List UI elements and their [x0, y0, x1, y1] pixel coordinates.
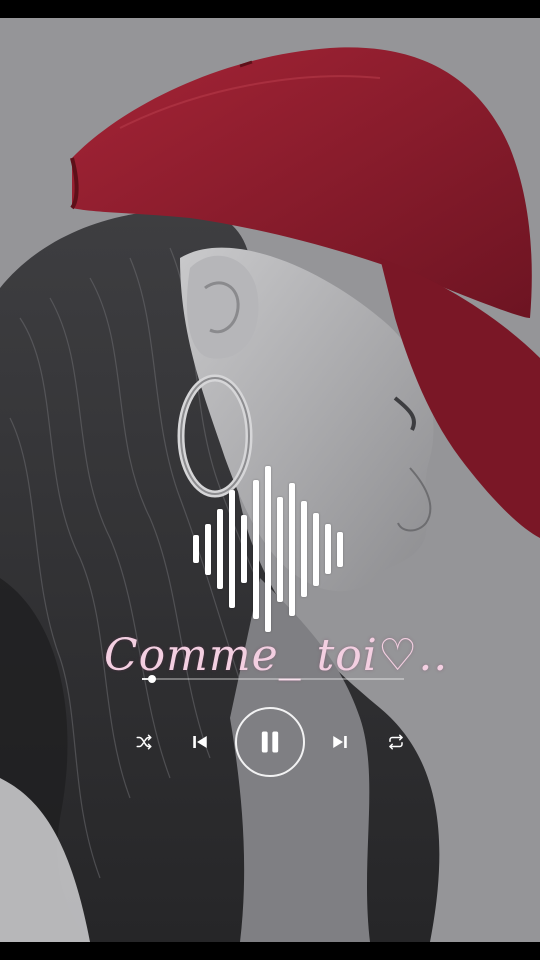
player-controls [130, 704, 410, 780]
visualizer-bar [289, 483, 295, 616]
repeat-button[interactable] [386, 732, 406, 752]
visualizer-bar [241, 515, 247, 583]
shuffle-button[interactable] [134, 732, 154, 752]
progress-track[interactable] [142, 675, 404, 683]
visualizer-bar [301, 501, 307, 597]
progress-thumb[interactable] [148, 675, 157, 683]
skip-previous-icon [193, 736, 207, 748]
visualizer-bar [277, 497, 283, 602]
skip-next-icon [333, 736, 347, 748]
visualizer-bar [217, 509, 223, 589]
repeat-icon [389, 734, 403, 750]
progress-bar[interactable] [118, 668, 430, 688]
visualizer-bar [337, 532, 343, 567]
next-button[interactable] [330, 732, 350, 752]
shuffle-icon [136, 734, 152, 750]
audio-visualizer [192, 466, 348, 632]
play-button-ring [235, 707, 305, 777]
visualizer-bar [265, 466, 271, 632]
visualizer-bar [253, 480, 259, 619]
visualizer-bar [193, 535, 199, 563]
music-player-screen: Comme_ toi♡.. [0, 0, 540, 960]
visualizer-bar [325, 524, 331, 574]
visualizer-bar [205, 524, 211, 575]
previous-button[interactable] [190, 732, 210, 752]
pause-button[interactable] [235, 707, 305, 777]
visualizer-bar [313, 513, 319, 586]
visualizer-bar [229, 490, 235, 608]
